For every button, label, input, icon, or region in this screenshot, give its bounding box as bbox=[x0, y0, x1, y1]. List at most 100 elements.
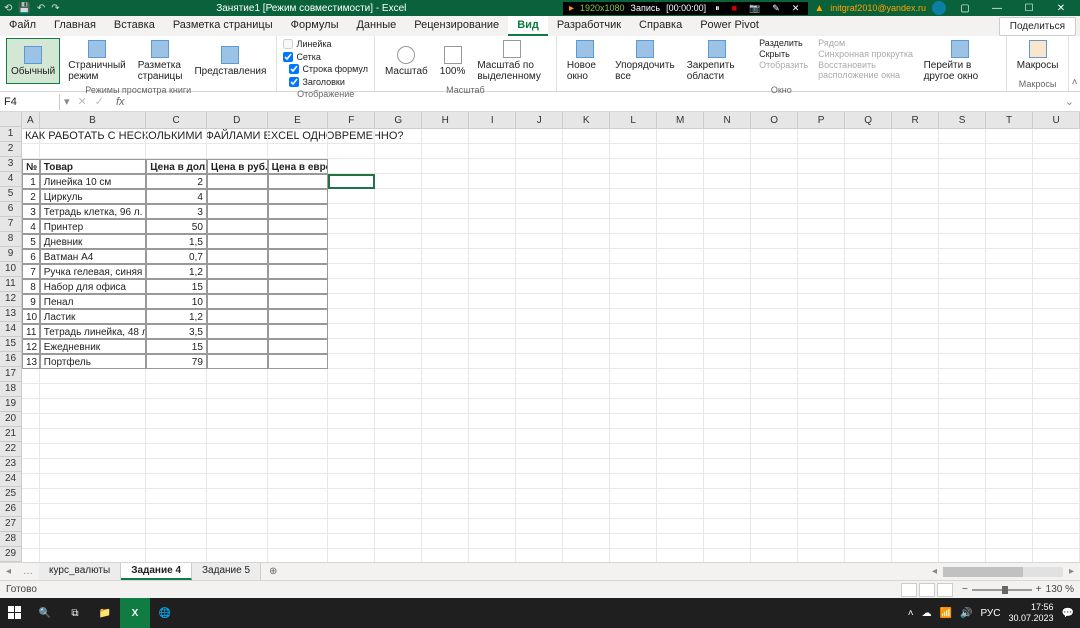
cell-C16[interactable]: 79 bbox=[146, 354, 207, 369]
cell-U28[interactable] bbox=[1033, 534, 1080, 549]
row-header-28[interactable]: 28 bbox=[0, 532, 22, 547]
cell-G3[interactable] bbox=[375, 159, 422, 174]
cell-D4[interactable] bbox=[207, 174, 268, 189]
split-button[interactable]: Разделить bbox=[759, 38, 808, 48]
row-header-6[interactable]: 6 bbox=[0, 202, 22, 217]
cell-C5[interactable]: 4 bbox=[146, 189, 207, 204]
cell-U26[interactable] bbox=[1033, 504, 1080, 519]
cell-H27[interactable] bbox=[422, 519, 469, 534]
cell-J27[interactable] bbox=[516, 519, 563, 534]
cell-F10[interactable] bbox=[328, 264, 375, 279]
cell-F27[interactable] bbox=[328, 519, 375, 534]
cell-H22[interactable] bbox=[422, 444, 469, 459]
chrome-icon[interactable]: 🌐 bbox=[150, 598, 180, 628]
cell-C6[interactable]: 3 bbox=[146, 204, 207, 219]
cell-A26[interactable] bbox=[22, 504, 40, 519]
cell-L27[interactable] bbox=[610, 519, 657, 534]
cell-U4[interactable] bbox=[1033, 174, 1080, 189]
cell-M28[interactable] bbox=[657, 534, 704, 549]
cell-J15[interactable] bbox=[516, 339, 563, 354]
cell-E13[interactable] bbox=[268, 309, 329, 324]
cell-C27[interactable] bbox=[146, 519, 207, 534]
cell-B13[interactable]: Ластик bbox=[40, 309, 147, 324]
cell-P20[interactable] bbox=[798, 414, 845, 429]
cell-A17[interactable] bbox=[22, 369, 40, 384]
cell-K21[interactable] bbox=[563, 429, 610, 444]
cell-J16[interactable] bbox=[516, 354, 563, 369]
cell-J29[interactable] bbox=[516, 549, 563, 562]
cell-R27[interactable] bbox=[892, 519, 939, 534]
cell-K23[interactable] bbox=[563, 459, 610, 474]
cell-R16[interactable] bbox=[892, 354, 939, 369]
col-header-N[interactable]: N bbox=[704, 112, 751, 129]
cell-J2[interactable] bbox=[516, 144, 563, 159]
cell-B28[interactable] bbox=[40, 534, 146, 549]
cell-L15[interactable] bbox=[610, 339, 657, 354]
minimize-icon[interactable]: — bbox=[984, 3, 1010, 14]
cell-O16[interactable] bbox=[751, 354, 798, 369]
cloud-icon[interactable]: ☁ bbox=[922, 608, 932, 619]
cell-E29[interactable] bbox=[268, 549, 329, 562]
cell-O2[interactable] bbox=[751, 144, 798, 159]
cell-H23[interactable] bbox=[422, 459, 469, 474]
language-indicator[interactable]: РУС bbox=[980, 608, 1000, 619]
cell-J14[interactable] bbox=[516, 324, 563, 339]
cell-J13[interactable] bbox=[516, 309, 563, 324]
menu-tab-Вставка[interactable]: Вставка bbox=[105, 16, 164, 36]
cell-T13[interactable] bbox=[986, 309, 1033, 324]
cell-P29[interactable] bbox=[798, 549, 845, 562]
cell-M26[interactable] bbox=[657, 504, 704, 519]
excel-icon[interactable]: X bbox=[120, 598, 150, 628]
cell-K8[interactable] bbox=[563, 234, 610, 249]
cell-G9[interactable] bbox=[375, 249, 422, 264]
cell-S18[interactable] bbox=[939, 384, 986, 399]
cell-Q27[interactable] bbox=[845, 519, 892, 534]
cell-I9[interactable] bbox=[469, 249, 516, 264]
cell-J1[interactable] bbox=[516, 129, 563, 144]
cell-H29[interactable] bbox=[422, 549, 469, 562]
cell-R24[interactable] bbox=[892, 474, 939, 489]
cell-Q3[interactable] bbox=[845, 159, 892, 174]
cell-N19[interactable] bbox=[704, 399, 751, 414]
cell-D12[interactable] bbox=[207, 294, 268, 309]
cell-T15[interactable] bbox=[986, 339, 1033, 354]
cell-H6[interactable] bbox=[422, 204, 469, 219]
cell-U27[interactable] bbox=[1033, 519, 1080, 534]
cell-H19[interactable] bbox=[422, 399, 469, 414]
cell-P8[interactable] bbox=[798, 234, 845, 249]
cell-C29[interactable] bbox=[146, 549, 207, 562]
cell-G25[interactable] bbox=[375, 489, 422, 504]
cell-G29[interactable] bbox=[375, 549, 422, 562]
sheet-nav-more-icon[interactable]: … bbox=[17, 566, 39, 577]
cell-G20[interactable] bbox=[375, 414, 422, 429]
camera-icon[interactable]: 📷 bbox=[746, 3, 763, 14]
menu-tab-Главная[interactable]: Главная bbox=[45, 16, 105, 36]
cell-B24[interactable] bbox=[40, 474, 146, 489]
cell-H1[interactable] bbox=[422, 129, 469, 144]
cell-O28[interactable] bbox=[751, 534, 798, 549]
cell-O17[interactable] bbox=[751, 369, 798, 384]
cell-K28[interactable] bbox=[563, 534, 610, 549]
cell-D13[interactable] bbox=[207, 309, 268, 324]
cell-K11[interactable] bbox=[563, 279, 610, 294]
cell-P17[interactable] bbox=[798, 369, 845, 384]
cell-L1[interactable] bbox=[610, 129, 657, 144]
hide-button[interactable]: Скрыть bbox=[759, 49, 808, 59]
cell-A11[interactable]: 8 bbox=[22, 279, 40, 294]
unhide-button[interactable]: Отобразить bbox=[759, 60, 808, 70]
cell-J19[interactable] bbox=[516, 399, 563, 414]
cell-H8[interactable] bbox=[422, 234, 469, 249]
cell-U13[interactable] bbox=[1033, 309, 1080, 324]
cell-G13[interactable] bbox=[375, 309, 422, 324]
cell-K4[interactable] bbox=[563, 174, 610, 189]
cell-J21[interactable] bbox=[516, 429, 563, 444]
cell-R21[interactable] bbox=[892, 429, 939, 444]
cell-N8[interactable] bbox=[704, 234, 751, 249]
cell-H9[interactable] bbox=[422, 249, 469, 264]
cell-D7[interactable] bbox=[207, 219, 268, 234]
cell-E20[interactable] bbox=[268, 414, 329, 429]
cell-B8[interactable]: Дневник bbox=[40, 234, 147, 249]
cell-S14[interactable] bbox=[939, 324, 986, 339]
cell-R9[interactable] bbox=[892, 249, 939, 264]
col-header-C[interactable]: C bbox=[146, 112, 207, 129]
